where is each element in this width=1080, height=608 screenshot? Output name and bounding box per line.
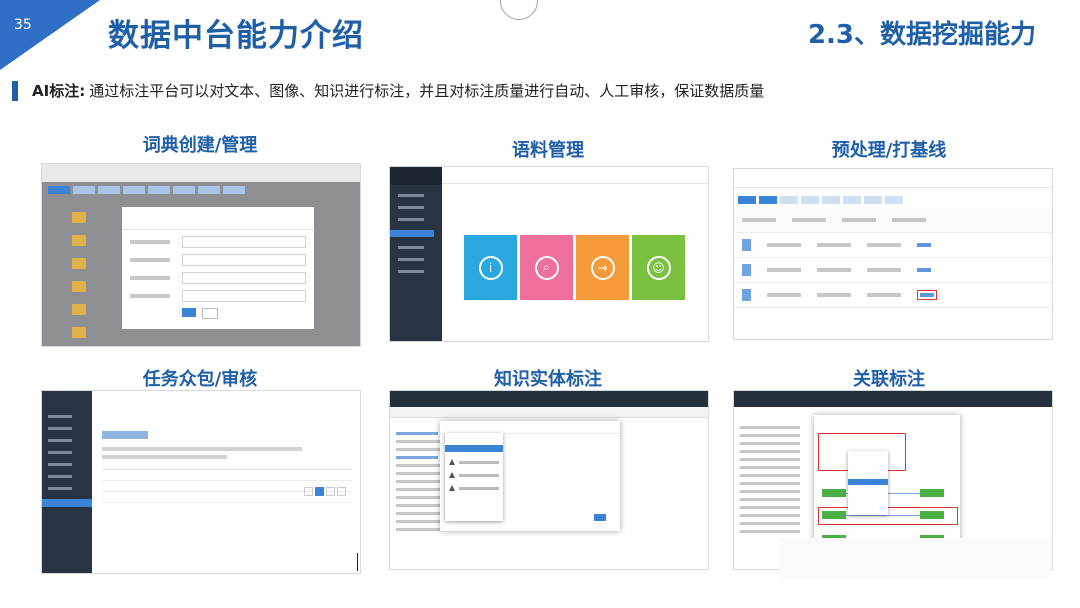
folder-icon bbox=[72, 304, 86, 315]
caption-dictionary: 词典创建/管理 bbox=[142, 135, 258, 156]
entity-node bbox=[920, 489, 944, 497]
s1-modal bbox=[122, 207, 314, 329]
entity-node bbox=[920, 511, 944, 519]
s1-tabs bbox=[48, 186, 245, 194]
s3-tabs bbox=[738, 196, 1048, 204]
screenshot-corpus: i ⌕ → ☺ bbox=[389, 166, 709, 342]
warning-icon bbox=[449, 459, 455, 465]
caption-relation-annotation: 关联标注 bbox=[853, 369, 925, 390]
document-icon bbox=[742, 239, 751, 251]
s1-folder-list bbox=[72, 212, 86, 346]
s2-sidebar bbox=[390, 167, 442, 341]
folder-icon bbox=[72, 258, 86, 269]
screenshot-entity-annotation bbox=[389, 390, 709, 570]
intro-label: AI标注: bbox=[32, 82, 86, 100]
s5-dropdown bbox=[445, 433, 503, 521]
warning-icon bbox=[449, 485, 455, 491]
s4-sidebar bbox=[42, 391, 92, 573]
section-title: 2.3、数据挖掘能力 bbox=[807, 20, 1036, 50]
blurred-area bbox=[780, 538, 1050, 578]
document-icon bbox=[742, 264, 751, 276]
s5-header bbox=[390, 391, 708, 407]
smile-icon: ☺ bbox=[646, 255, 671, 280]
corner-triangle bbox=[0, 0, 100, 70]
caption-preprocess: 预处理/打基线 bbox=[831, 140, 947, 161]
intro-line: AI标注: 通过标注平台可以对文本、图像、知识进行标注，并且对标注质量进行自动、… bbox=[12, 80, 764, 101]
intro-text: 通过标注平台可以对文本、图像、知识进行标注，并且对标注质量进行自动、人工审核，保… bbox=[89, 82, 765, 100]
s6-header bbox=[734, 391, 1052, 407]
screenshot-preprocess bbox=[733, 168, 1053, 340]
tile-smile: ☺ bbox=[632, 235, 685, 300]
s4-pager bbox=[304, 487, 346, 496]
arrow-right-icon: → bbox=[590, 255, 615, 280]
caption-crowdsourcing: 任务众包/审核 bbox=[142, 369, 258, 390]
divider-mark bbox=[357, 553, 358, 571]
caption-corpus: 语料管理 bbox=[512, 140, 584, 161]
search-icon: ⌕ bbox=[534, 255, 559, 280]
screenshot-crowdsourcing bbox=[41, 390, 361, 574]
s5-ok-button bbox=[594, 514, 606, 521]
tile-info: i bbox=[464, 235, 517, 300]
table-row bbox=[734, 283, 1052, 308]
s6-context-menu bbox=[848, 451, 888, 515]
s3-table-header bbox=[734, 208, 1052, 233]
s5-subheader bbox=[390, 407, 708, 418]
document-icon bbox=[742, 289, 751, 301]
s3-header bbox=[734, 169, 1052, 188]
s1-modal-header bbox=[122, 207, 314, 230]
folder-icon bbox=[72, 212, 86, 223]
entity-node bbox=[822, 489, 846, 497]
folder-icon bbox=[72, 281, 86, 292]
slide-title: 数据中台能力介绍 bbox=[108, 18, 364, 54]
table-row bbox=[734, 233, 1052, 258]
tile-search: ⌕ bbox=[520, 235, 573, 300]
s1-topbar bbox=[42, 164, 360, 182]
page-number: 35 bbox=[14, 17, 32, 33]
s6-text-lines bbox=[740, 421, 800, 538]
s2-tiles: i ⌕ → ☺ bbox=[464, 235, 685, 300]
info-icon: i bbox=[478, 255, 503, 280]
warning-icon bbox=[449, 472, 455, 478]
table-row bbox=[734, 258, 1052, 283]
caption-entity-annotation: 知识实体标注 bbox=[494, 369, 602, 390]
screenshot-dictionary bbox=[41, 163, 361, 347]
entity-node bbox=[822, 511, 846, 519]
tile-export: → bbox=[576, 235, 629, 300]
decorative-circle bbox=[500, 0, 538, 20]
folder-icon bbox=[72, 235, 86, 246]
folder-icon bbox=[72, 327, 86, 338]
intro-bar bbox=[12, 80, 18, 101]
s2-header bbox=[442, 167, 708, 184]
